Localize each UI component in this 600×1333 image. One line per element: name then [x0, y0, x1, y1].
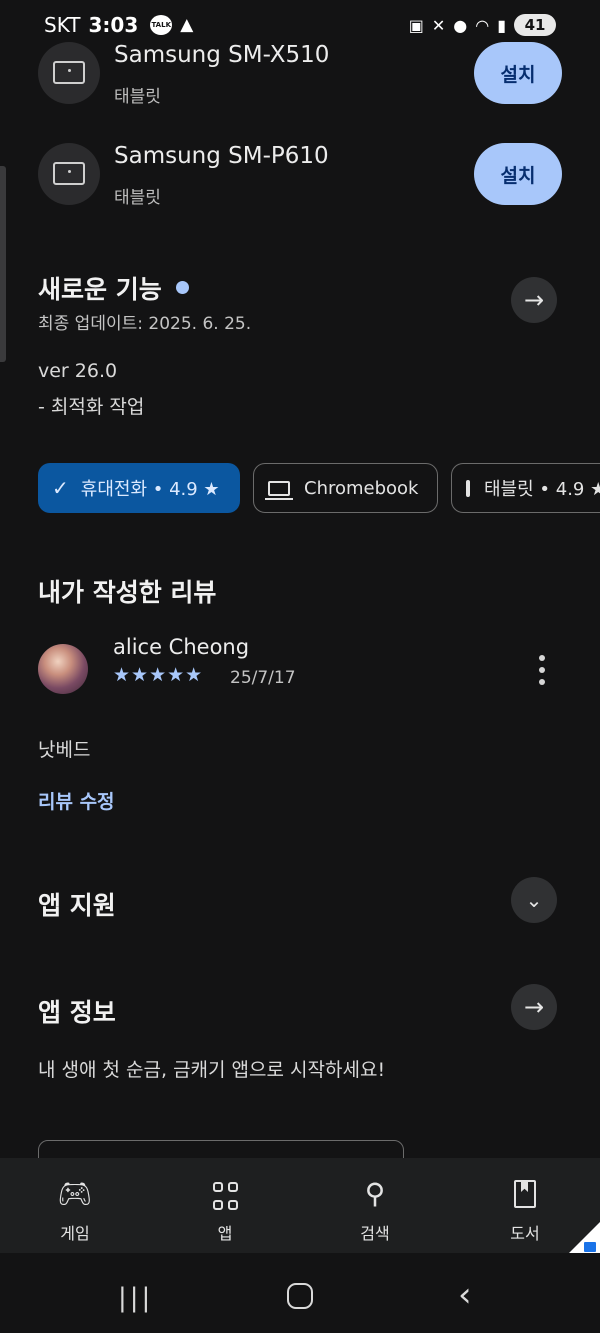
search-icon: ⚲: [364, 1177, 386, 1210]
clock: 3:03: [88, 13, 139, 37]
whats-new-arrow-button[interactable]: →: [511, 277, 557, 323]
recent-apps-button[interactable]: |||: [118, 1283, 153, 1313]
install-button[interactable]: 설치: [474, 42, 562, 104]
book-icon: [514, 1180, 536, 1208]
reviewer-name: alice Cheong: [113, 635, 250, 659]
app-info-arrow-button[interactable]: →: [511, 984, 557, 1030]
talk-notification-icon: TALK: [150, 15, 173, 35]
edit-review-link[interactable]: 리뷰 수정: [38, 787, 115, 814]
device-row: Samsung SM-P610 태블릿 설치: [38, 143, 568, 208]
app-description: 내 생애 첫 순금, 금캐기 앱으로 시작하세요!: [38, 1059, 386, 1081]
device-row: Samsung SM-X510 태블릿 설치: [38, 42, 568, 107]
app-support-title[interactable]: 앱 지원: [38, 886, 116, 922]
device-name: Samsung SM-P610: [114, 143, 329, 169]
chip-label: 휴대전화 • 4.9 ★: [80, 479, 220, 500]
nav-label: 도서: [510, 1224, 540, 1243]
system-navigation-bar: ||| ‹: [0, 1253, 600, 1333]
review-text: 낫베드: [38, 739, 91, 761]
tablet-icon: [38, 143, 100, 205]
laptop-icon: [265, 480, 293, 500]
app-info-title[interactable]: 앱 정보: [38, 993, 116, 1029]
nav-apps[interactable]: 앱: [150, 1158, 300, 1253]
device-name: Samsung SM-X510: [114, 42, 330, 68]
apps-grid-icon: [212, 1182, 238, 1212]
install-button[interactable]: 설치: [474, 143, 562, 205]
chip-tablet[interactable]: 태블릿 • 4.9 ★: [451, 463, 600, 513]
tablet-icon: [38, 42, 100, 104]
new-indicator-dot: [176, 281, 189, 294]
bottom-navigation: 🎮︎ 게임 앱 ⚲ 검색 도서: [0, 1158, 600, 1253]
edge-panel-handle[interactable]: [0, 166, 6, 362]
signal-icon: ▮: [497, 15, 506, 35]
mute-icon: ✕: [431, 15, 446, 35]
chip-label: 태블릿 • 4.9 ★: [484, 479, 600, 500]
tablet-icon: [466, 479, 470, 497]
device-type: 태블릿: [114, 188, 161, 208]
nav-label: 게임: [60, 1224, 90, 1243]
more-options-icon[interactable]: [532, 655, 552, 685]
chip-label: Chromebook: [304, 477, 419, 499]
nav-books[interactable]: 도서: [450, 1158, 600, 1253]
gamepad-icon: 🎮︎: [57, 1177, 93, 1210]
wifi-icon: ◠: [475, 15, 490, 35]
back-button[interactable]: ‹: [458, 1275, 472, 1315]
whats-new-title[interactable]: 새로운 기능: [38, 270, 162, 306]
nav-games[interactable]: 🎮︎ 게임: [0, 1158, 150, 1253]
warning-icon: ▲: [180, 15, 194, 35]
battery-indicator: 41: [514, 14, 556, 36]
nav-label: 앱: [217, 1224, 233, 1243]
home-button[interactable]: [287, 1283, 313, 1309]
version-text: ver 26.0: [38, 360, 118, 382]
check-icon: ✓: [52, 476, 69, 500]
status-icons: ▣ ✕ ● ◠ ▮ 41: [409, 14, 556, 36]
location-icon: ●: [453, 15, 468, 35]
carrier-label: SKT: [44, 13, 81, 37]
arrow-right-icon: →: [523, 993, 545, 1021]
nav-label: 검색: [360, 1224, 390, 1243]
avatar: [38, 644, 88, 694]
release-notes: - 최적화 작업: [38, 396, 145, 418]
my-review-title: 내가 작성한 리뷰: [38, 578, 217, 607]
chip-chromebook[interactable]: Chromebook: [253, 463, 438, 513]
last-updated: 최종 업데이트: 2025. 6. 25.: [38, 314, 252, 334]
secure-folder-icon: [584, 1242, 596, 1252]
arrow-right-icon: →: [523, 286, 545, 314]
review-date: 25/7/17: [230, 668, 296, 688]
app-support-expand-button[interactable]: ⌄: [511, 877, 557, 923]
device-type: 태블릿: [114, 87, 161, 107]
star-rating: ★★★★★: [113, 664, 204, 686]
chevron-down-icon: ⌄: [525, 888, 543, 912]
lock-icon: ▣: [408, 15, 424, 35]
chip-phone[interactable]: ✓ 휴대전화 • 4.9 ★: [38, 463, 240, 513]
nav-search[interactable]: ⚲ 검색: [300, 1158, 450, 1253]
